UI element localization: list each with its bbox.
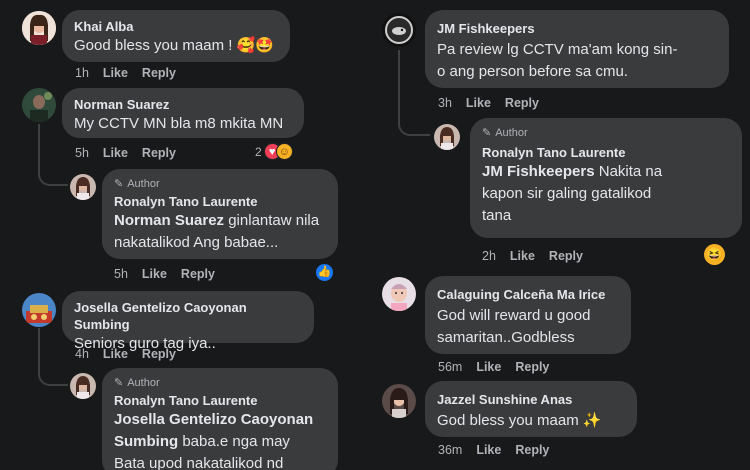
avatar[interactable] [434,124,460,150]
commenter-name[interactable]: JM Fishkeepers [437,20,717,37]
timestamp[interactable]: 36m [438,443,462,457]
comment-actions: 5h Like Reply [114,267,229,281]
timestamp[interactable]: 2h [482,249,496,263]
comment-actions: 36m Like Reply [438,443,563,457]
comment-text: JM Fishkeepers Nakita na [482,163,663,180]
reply-button[interactable]: Reply [181,267,215,281]
comment-text-line: o ang person before sa cmu. [437,63,628,80]
like-button[interactable]: Like [466,96,491,110]
reaction-summary[interactable]: 2 ♥ ☺ [255,143,293,160]
care-reaction-icon: ☺ [275,143,293,160]
reaction-summary[interactable]: 👍 [316,264,333,281]
comment-bubble: ✎ Author Ronalyn Tano Laurente Josella Ge… [102,368,338,470]
commenter-name[interactable]: Ronalyn Tano Laurente [114,392,326,409]
reply-button[interactable]: Reply [515,360,549,374]
timestamp[interactable]: 5h [75,146,89,160]
reaction-summary[interactable]: 😆 [704,244,725,265]
comment-text: God bless you maam ✨ [437,412,602,429]
thread-line [38,124,68,186]
commenter-name[interactable]: Calaguing Calceña Ma Irice [437,286,619,303]
pencil-icon: ✎ [114,377,124,389]
avatar[interactable] [70,373,96,399]
comment-actions: 56m Like Reply [438,360,563,374]
avatar[interactable] [22,293,56,327]
like-button[interactable]: Like [142,267,167,281]
like-button[interactable]: Like [103,347,128,361]
comment-text-line: Bata upod nakatalikod nd [114,455,284,470]
comment-text: Pa review lg CCTV ma'am kong sin- [437,41,678,58]
mention-link[interactable]: JM Fishkeepers [482,163,595,180]
commenter-name[interactable]: Ronalyn Tano Laurente [114,193,326,210]
mention-link[interactable]: Josella Gentelizo Caoyonan [114,411,313,428]
comment-actions: 2h Like Reply [482,249,597,263]
reaction-count: 2 [255,144,262,159]
reply-button[interactable]: Reply [142,347,176,361]
pencil-icon: ✎ [482,127,492,139]
reply-button[interactable]: Reply [505,96,539,110]
like-button[interactable]: Like [103,66,128,80]
like-button[interactable]: Like [476,443,501,457]
avatar[interactable] [70,174,96,200]
commenter-name[interactable]: Norman Suarez [74,96,292,113]
comment-bubble: Jazzel Sunshine Anas God bless you maam … [425,381,637,437]
comment-bubble: JM Fishkeepers Pa review lg CCTV ma'am k… [425,10,729,88]
commenter-name[interactable]: Josella Gentelizo Caoyonan Sumbing [74,299,302,333]
comment-text-line: tana [482,207,512,224]
comment-actions: 1h Like Reply [75,66,190,80]
mention-link[interactable]: Sumbing [114,433,178,450]
haha-reaction-icon: 😆 [704,244,725,265]
comment-text-line: kapon sir galing gatalikod [482,185,652,202]
like-button[interactable]: Like [510,249,535,263]
comment-text: Norman Suarez ginlantaw nila [114,212,320,229]
mention-link[interactable]: Norman Suarez [114,212,224,229]
reply-button[interactable]: Reply [142,146,176,160]
reply-button[interactable]: Reply [549,249,583,263]
timestamp[interactable]: 56m [438,360,462,374]
timestamp[interactable]: 4h [75,347,89,361]
like-reaction-icon: 👍 [316,264,333,281]
avatar[interactable] [382,384,416,418]
comment-actions: 5h Like Reply [75,146,190,160]
pencil-icon: ✎ [114,178,124,190]
comment-actions: 4h Like Reply [75,347,190,361]
like-button[interactable]: Like [476,360,501,374]
comment-text-line: samaritan..Godbless [437,329,575,346]
thread-line [398,50,430,136]
comment-text-line: nakatalikod Ang babae... [114,234,279,251]
avatar[interactable] [22,11,56,45]
commenter-name[interactable]: Khai Alba [74,18,278,35]
like-button[interactable]: Like [103,146,128,160]
comment-bubble: Norman Suarez My CCTV MN bla m8 mkita MN [62,88,304,138]
emoji-icon: 🥰🤩 [236,37,274,54]
comment-bubble: Calaguing Calceña Ma Irice God will rewa… [425,276,631,354]
thread-line [38,328,68,386]
right-comment-column: JM Fishkeepers Pa review lg CCTV ma'am k… [372,0,750,470]
comment-text: Good bless you maam ! 🥰🤩 [74,37,274,54]
avatar[interactable] [22,88,56,122]
author-badge: ✎ Author [482,127,528,139]
commenter-name[interactable]: Ronalyn Tano Laurente [482,144,730,161]
reply-button[interactable]: Reply [142,66,176,80]
reply-button[interactable]: Reply [515,443,549,457]
avatar[interactable] [382,13,416,47]
comment-bubble: ✎ Author Ronalyn Tano Laurente Norman Sua… [102,169,338,259]
comment-text: My CCTV MN bla m8 mkita MN [74,115,284,132]
comment-text: God will reward u good [437,307,591,324]
commenter-name[interactable]: Jazzel Sunshine Anas [437,391,625,408]
timestamp[interactable]: 1h [75,66,89,80]
author-badge: ✎ Author [114,377,160,389]
comment-text: Josella Gentelizo Caoyonan [114,409,326,431]
comment-bubble: ✎ Author Ronalyn Tano Laurente JM Fishkee… [470,118,742,238]
sparkles-icon: ✨ [582,412,602,429]
comment-text-line: Sumbing baba.e nga may [114,433,290,450]
comment-bubble: Khai Alba Good bless you maam ! 🥰🤩 [62,10,290,62]
author-badge: ✎ Author [114,178,160,190]
comment-actions: 3h Like Reply [438,96,553,110]
timestamp[interactable]: 3h [438,96,452,110]
avatar[interactable] [382,277,416,311]
timestamp[interactable]: 5h [114,267,128,281]
comment-bubble: Josella Gentelizo Caoyonan Sumbing Senio… [62,291,314,352]
